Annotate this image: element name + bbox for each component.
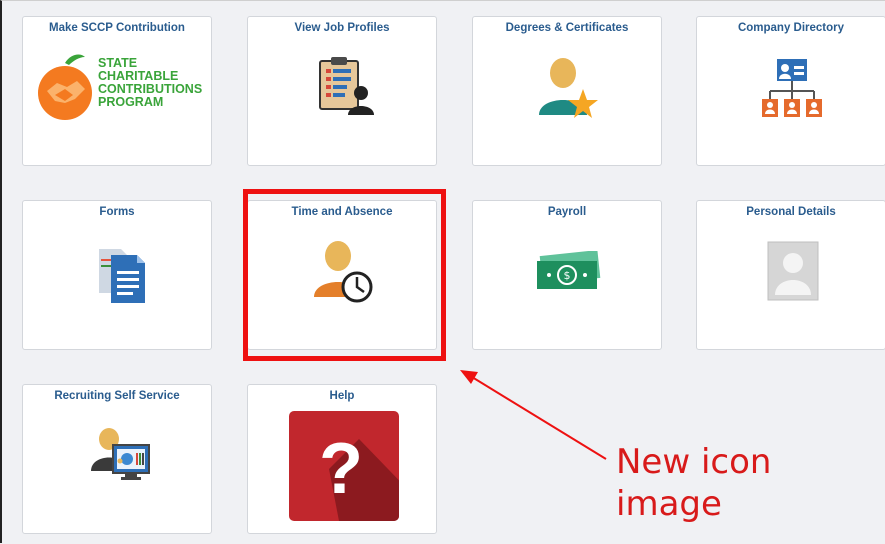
tile-title: Recruiting Self Service bbox=[54, 390, 180, 402]
tile-forms[interactable]: Forms bbox=[22, 200, 212, 350]
person-monitor-icon bbox=[91, 428, 150, 480]
tile-company-directory[interactable]: Company Directory bbox=[696, 16, 885, 166]
tile-title: Company Directory bbox=[737, 22, 845, 34]
highlight-box bbox=[243, 189, 446, 361]
question-mark-icon: ? bbox=[289, 411, 399, 521]
tile-title: Help bbox=[329, 390, 355, 402]
tile-title: Payroll bbox=[547, 206, 587, 218]
tile-view-job-profiles[interactable]: View Job Profiles bbox=[247, 16, 437, 166]
annotation-text: New icon image bbox=[616, 442, 772, 524]
clipboard-person-icon bbox=[319, 57, 374, 115]
sccp-logo-line: PROGRAM bbox=[98, 95, 164, 109]
profile-placeholder-icon bbox=[767, 241, 819, 301]
tile-title: Degrees & Certificates bbox=[505, 22, 629, 34]
sccp-logo-text: STATE CHARITABLE CONTRIBUTIONS PROGRAM bbox=[98, 57, 202, 109]
money-icon: $ bbox=[537, 251, 601, 289]
tile-degrees-certificates[interactable]: Degrees & Certificates bbox=[472, 16, 662, 166]
tile-title: Forms bbox=[99, 206, 135, 218]
person-star-icon bbox=[539, 58, 598, 118]
svg-text:$: $ bbox=[564, 269, 571, 282]
tile-personal-details[interactable]: Personal Details bbox=[696, 200, 885, 350]
tile-help[interactable]: Help ? bbox=[247, 384, 437, 534]
svg-text:?: ? bbox=[319, 429, 363, 509]
tile-title: View Job Profiles bbox=[294, 22, 390, 34]
tile-title: Personal Details bbox=[746, 206, 836, 218]
org-chart-icon bbox=[762, 59, 822, 117]
tile-make-sccp-contribution[interactable]: Make SCCP Contribution STATE CHARITABLE … bbox=[22, 16, 212, 166]
documents-icon bbox=[99, 249, 145, 303]
tile-recruiting-self-service[interactable]: Recruiting Self Service bbox=[22, 384, 212, 534]
tile-title: Make SCCP Contribution bbox=[49, 22, 185, 34]
orange-handshake-icon bbox=[38, 54, 92, 120]
tile-payroll[interactable]: Payroll $ bbox=[472, 200, 662, 350]
